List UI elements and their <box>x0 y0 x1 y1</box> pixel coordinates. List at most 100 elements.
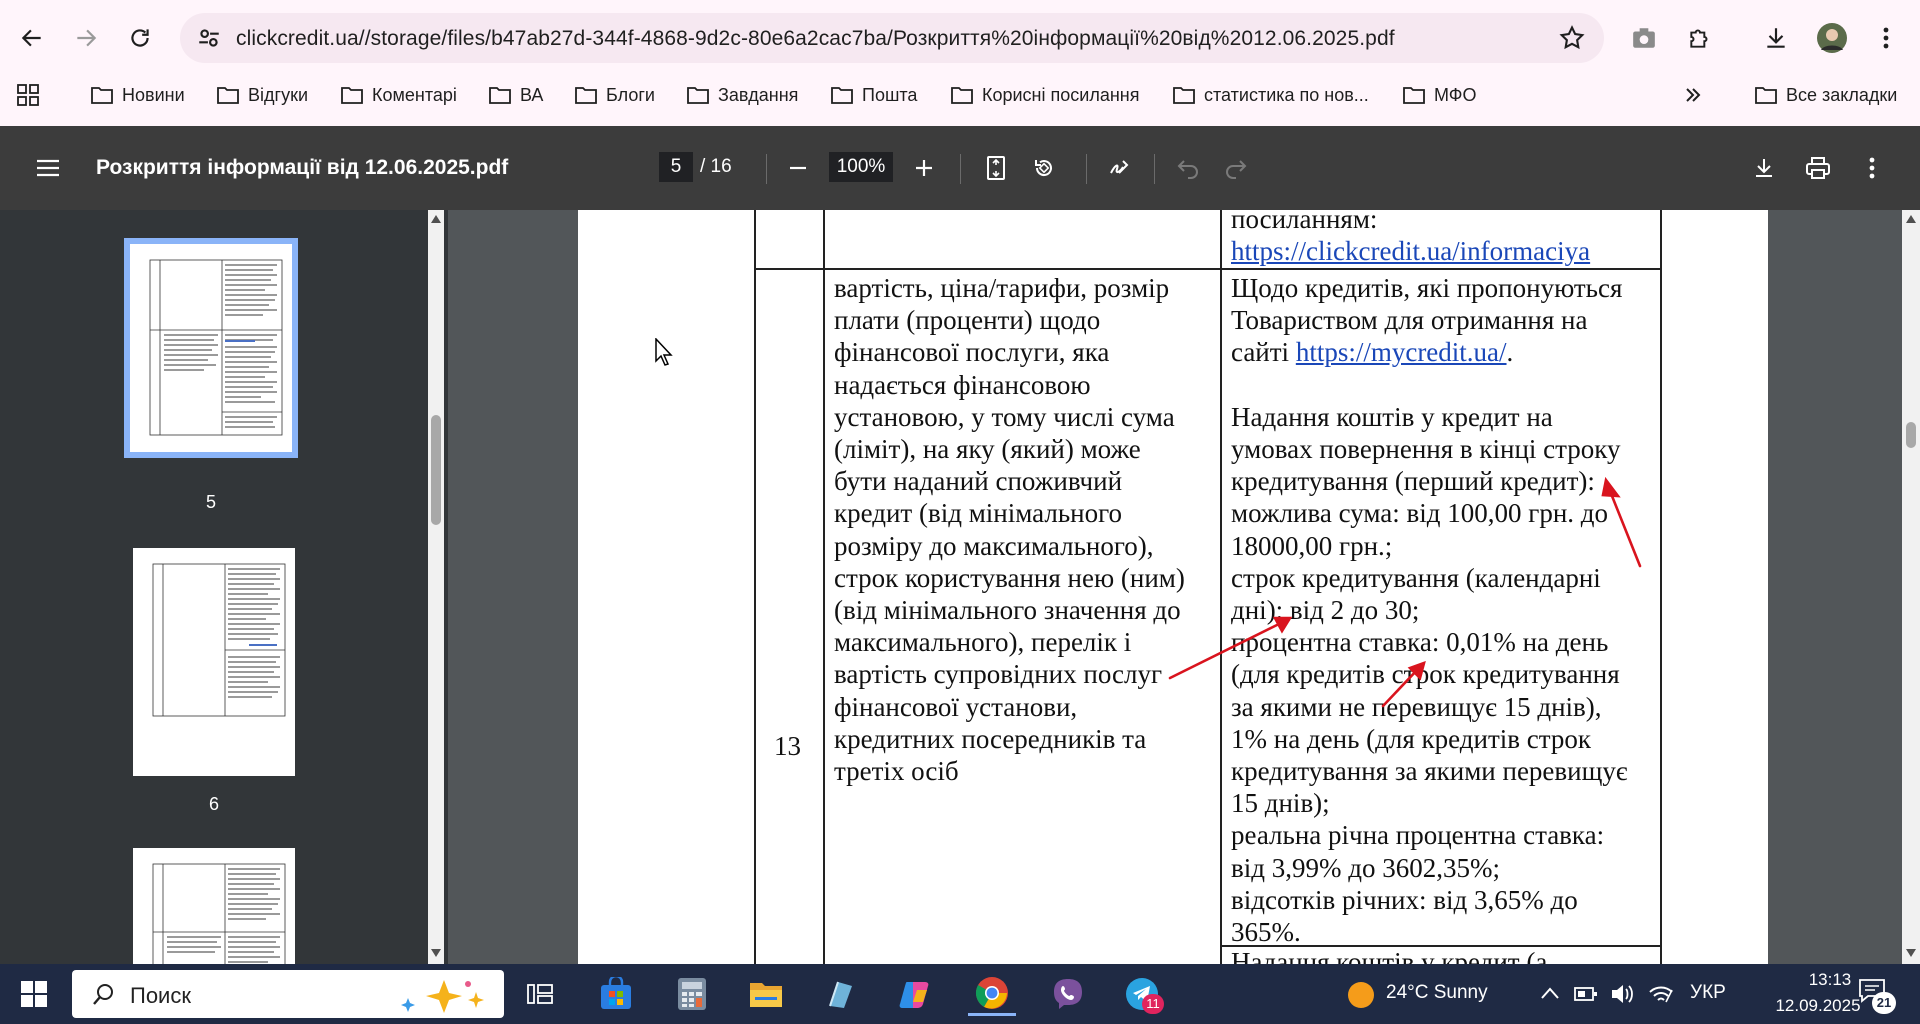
weather-text[interactable]: 24°C Sunny <box>1386 982 1488 1004</box>
page-thumbnail-7[interactable] <box>133 848 295 964</box>
notebook-icon <box>829 981 852 1008</box>
fit-page-button[interactable] <box>976 148 1016 188</box>
browser-chrome: clickcredit.ua//storage/files/b47ab27d-3… <box>0 0 1920 126</box>
rotate-icon <box>1035 160 1052 177</box>
annotate-button[interactable] <box>1100 148 1140 188</box>
folder-icon <box>687 87 709 104</box>
app-button[interactable] <box>816 972 864 1016</box>
sidebar-scroll-thumb[interactable] <box>431 415 441 525</box>
apps-button[interactable] <box>16 82 48 108</box>
page-number-input[interactable]: 5 <box>659 152 693 182</box>
zoom-level-input[interactable]: 100% <box>829 152 893 182</box>
scroll-up-icon[interactable] <box>1905 214 1917 224</box>
redo-button[interactable] <box>1216 148 1256 188</box>
notification-center-button[interactable]: 21 <box>1858 978 1898 1014</box>
thumbnail-sidebar: 5 6 <box>0 210 448 964</box>
toolbar-divider <box>960 154 961 184</box>
bookmark-item[interactable]: МФО <box>1402 82 1476 108</box>
scroll-down-icon[interactable] <box>430 948 442 958</box>
extensions-button[interactable] <box>1680 18 1720 58</box>
taskbar: Поиск 11 24°C Sunny УКР 13:13 12.09.2025… <box>0 964 1920 1024</box>
page-thumbnail-5[interactable] <box>124 238 298 458</box>
address-bar[interactable]: clickcredit.ua//storage/files/b47ab27d-3… <box>180 13 1604 63</box>
bookmark-item[interactable]: Новини <box>90 82 185 108</box>
folder-icon <box>575 87 597 104</box>
sun-icon[interactable] <box>1346 980 1376 1010</box>
reload-button[interactable] <box>120 18 160 58</box>
start-button[interactable] <box>10 972 58 1016</box>
task-view-button[interactable] <box>516 972 564 1016</box>
browser-menu-button[interactable] <box>1866 18 1906 58</box>
copilot-button[interactable] <box>892 972 940 1016</box>
windows-logo-icon <box>21 981 47 1007</box>
print-button[interactable] <box>1798 148 1838 188</box>
zoom-out-button[interactable] <box>778 148 818 188</box>
viewer-scroll-thumb[interactable] <box>1906 422 1916 448</box>
redo-icon <box>1226 160 1247 179</box>
folder-icon <box>1755 87 1777 104</box>
page-thumbnail-6[interactable] <box>133 548 295 776</box>
chrome-taskbar-button[interactable] <box>968 972 1016 1016</box>
calculator-button[interactable] <box>668 972 716 1016</box>
bookmark-item[interactable]: Корисні посилання <box>950 82 1139 108</box>
chevron-up-icon[interactable] <box>1540 986 1560 1000</box>
pdf-more-button[interactable] <box>1852 148 1892 188</box>
bookmark-star-icon[interactable] <box>1558 24 1586 57</box>
menu-icon <box>37 159 59 177</box>
bookmark-item[interactable]: Коментарі <box>340 82 457 108</box>
screenshot-button[interactable] <box>1624 18 1664 58</box>
rotate-button[interactable] <box>1024 148 1064 188</box>
sidebar-scrollbar[interactable] <box>428 210 444 964</box>
avatar-icon <box>1817 23 1847 53</box>
bookmark-item[interactable]: Відгуки <box>216 82 308 108</box>
file-explorer-button[interactable] <box>742 972 790 1016</box>
reload-icon <box>131 29 149 47</box>
input-language[interactable]: УКР <box>1690 982 1726 1004</box>
document-title: Розкриття інформації від 12.06.2025.pdf <box>96 156 509 179</box>
folder-icon <box>951 87 973 104</box>
battery-icon[interactable] <box>1574 984 1598 1004</box>
bookmark-item[interactable]: ВА <box>488 82 543 108</box>
store-icon <box>601 977 631 1009</box>
microsoft-store-button[interactable] <box>592 972 640 1016</box>
viewer-scrollbar[interactable] <box>1902 210 1920 964</box>
scroll-down-icon[interactable] <box>1905 948 1917 958</box>
pen-icon <box>1110 160 1129 174</box>
telegram-button[interactable]: 11 <box>1118 972 1166 1016</box>
bookmark-item[interactable]: Пошта <box>830 82 917 108</box>
undo-icon <box>1177 160 1198 179</box>
puzzle-icon <box>1690 29 1708 48</box>
viber-button[interactable] <box>1044 972 1092 1016</box>
search-icon <box>93 984 113 1005</box>
bookmark-item[interactable]: Завдання <box>686 82 798 108</box>
sidebar-toggle-button[interactable] <box>28 148 68 188</box>
download-pdf-button[interactable] <box>1744 148 1784 188</box>
print-icon <box>1806 157 1830 179</box>
all-bookmarks-button[interactable]: Все закладки <box>1754 82 1897 108</box>
zoom-in-button[interactable] <box>904 148 944 188</box>
forward-button[interactable] <box>66 18 106 58</box>
wifi-icon[interactable] <box>1648 982 1674 1006</box>
downloads-button[interactable] <box>1756 18 1796 58</box>
bookmarks-bar: Новини Відгуки Коментарі ВА Блоги Завдан… <box>0 76 1920 112</box>
url-text[interactable]: clickcredit.ua//storage/files/b47ab27d-3… <box>236 27 1395 51</box>
volume-icon[interactable] <box>1610 982 1636 1006</box>
back-button[interactable] <box>12 18 52 58</box>
bookmark-item[interactable]: Блоги <box>574 82 655 108</box>
profile-avatar[interactable] <box>1812 18 1852 58</box>
taskbar-search[interactable]: Поиск <box>72 970 504 1018</box>
arrow-left-icon <box>21 29 41 47</box>
bookmark-item[interactable]: статистика по нов... <box>1172 82 1369 108</box>
thumbnail-label: 6 <box>208 794 219 814</box>
folder-icon <box>1403 87 1425 104</box>
task-view-icon <box>527 984 553 1004</box>
kebab-icon <box>1883 27 1889 49</box>
arrow-right-icon <box>77 29 97 47</box>
folder-icon <box>91 87 113 104</box>
scroll-up-icon[interactable] <box>430 214 442 224</box>
more-bookmarks-button[interactable] <box>1684 82 1710 108</box>
toolbar-divider <box>766 154 767 184</box>
undo-button[interactable] <box>1168 148 1208 188</box>
calculator-icon <box>678 978 706 1010</box>
site-info-icon[interactable] <box>196 25 222 56</box>
